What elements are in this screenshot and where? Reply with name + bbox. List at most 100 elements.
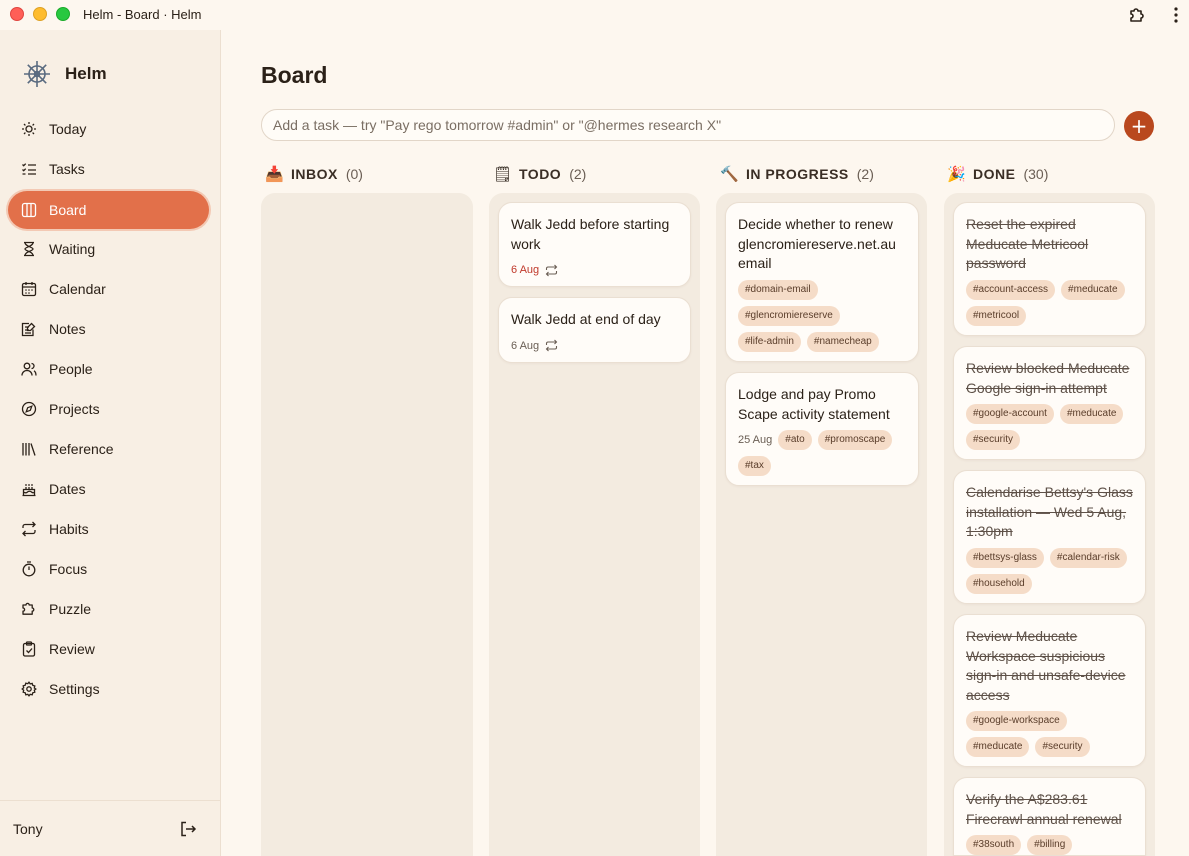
task-title: Review Meducate Workspace suspicious sig…: [966, 628, 1126, 703]
column-inbox[interactable]: [261, 193, 473, 856]
cake-icon: [22, 484, 36, 497]
sidebar-item-focus[interactable]: Focus: [8, 550, 209, 588]
task-card[interactable]: Review Meducate Workspace suspicious sig…: [953, 614, 1146, 767]
add-task-input[interactable]: [261, 109, 1115, 141]
task-card[interactable]: Walk Jedd at end of day 6 Aug: [498, 297, 691, 363]
maximize-window-button[interactable]: [56, 7, 70, 21]
sidebar-item-puzzle[interactable]: Puzzle: [8, 590, 209, 628]
tag-chip[interactable]: #security: [1035, 737, 1090, 757]
task-card[interactable]: Verify the A$283.61 Firecrawl annual ren…: [953, 777, 1146, 856]
sidebar-item-people[interactable]: People: [8, 350, 209, 388]
tag-chip[interactable]: #google-workspace: [966, 711, 1067, 731]
tag-chip[interactable]: #domain-email: [738, 279, 818, 300]
sidebar-item-label: People: [49, 361, 93, 377]
sidebar-item-label: Settings: [49, 681, 100, 697]
task-title: Calendarise Bettsy's Glass installation …: [966, 484, 1133, 539]
compass-icon: [21, 401, 37, 417]
task-title: Verify the A$283.61 Firecrawl annual ren…: [966, 791, 1122, 827]
tag-chip[interactable]: #security: [966, 430, 1021, 450]
task-card[interactable]: Calendarise Bettsy's Glass installation …: [953, 470, 1146, 604]
sidebar-item-today[interactable]: Today: [8, 110, 209, 148]
logout-icon[interactable]: [179, 820, 197, 838]
sidebar-item-label: Review: [49, 641, 95, 657]
calendar-icon: [21, 282, 37, 297]
close-window-button[interactable]: [10, 7, 24, 21]
column-count: (30): [1023, 166, 1049, 182]
sidebar-item-reference[interactable]: Reference: [8, 430, 209, 468]
sidebar-item-projects[interactable]: Projects: [8, 390, 209, 428]
brand[interactable]: Helm: [22, 58, 107, 90]
sidebar-item-dates[interactable]: Dates: [8, 470, 209, 508]
tag-chip[interactable]: #meducate: [1061, 279, 1125, 300]
tag-chip[interactable]: #namecheap: [806, 331, 879, 352]
task-card[interactable]: Reset the expired Meducate Metricool pas…: [953, 202, 1146, 336]
column-name: IN PROGRESS: [746, 166, 849, 182]
tag-chip[interactable]: #life-admin: [738, 331, 801, 352]
tag-chip[interactable]: #account-access: [966, 279, 1056, 300]
task-card[interactable]: Decide whether to renew glencromiereserv…: [725, 202, 919, 362]
tag-chip[interactable]: #38south: [966, 835, 1022, 855]
sidebar-item-review[interactable]: Review: [8, 630, 209, 668]
tag-chip[interactable]: #meducate: [1059, 404, 1124, 424]
column-header-done: 🎉 DONE (30): [947, 164, 1048, 184]
sidebar-item-label: Habits: [49, 521, 89, 537]
tag-chip[interactable]: #bettsys-glass: [966, 547, 1044, 568]
task-card[interactable]: Lodge and pay Promo Scape activity state…: [725, 372, 919, 486]
window-title: Helm - Board · Helm: [83, 7, 202, 22]
add-task-button[interactable]: +: [1124, 111, 1154, 141]
gear-icon: [21, 681, 37, 697]
helm-wheel-logo-icon: [24, 61, 50, 87]
tag-chip[interactable]: #ato: [778, 430, 812, 450]
page-title: Board: [261, 62, 328, 88]
sidebar-footer: Tony: [0, 800, 220, 856]
stopwatch-icon: [22, 561, 36, 577]
hourglass-icon: [24, 241, 34, 257]
due-date: 6 Aug: [511, 264, 540, 276]
tag-chip[interactable]: #billing: [1027, 835, 1073, 855]
more-vertical-icon[interactable]: [1166, 5, 1186, 25]
column-count: (2): [569, 166, 587, 182]
sidebar-item-notes[interactable]: Notes: [8, 310, 209, 348]
sidebar-item-label: Reference: [49, 441, 114, 457]
notes-icon: [21, 322, 36, 337]
column-name: INBOX: [291, 166, 338, 182]
sidebar-item-waiting[interactable]: Waiting: [8, 230, 209, 268]
tag-chip[interactable]: #promoscape: [817, 430, 893, 450]
tag-chip[interactable]: #meducate: [966, 737, 1030, 757]
column-todo[interactable]: [489, 193, 700, 856]
tag-chip[interactable]: #calendar-risk: [1049, 547, 1127, 568]
tag-chip[interactable]: #metricool: [966, 305, 1027, 326]
sidebar-item-label: Focus: [49, 561, 88, 577]
task-tags: #google-account #meducate #security: [966, 404, 1133, 456]
sidebar-item-label: Notes: [49, 321, 86, 337]
sidebar-item-board[interactable]: Board: [8, 191, 209, 229]
title-bar: Helm - Board · Helm: [0, 0, 1189, 30]
task-card[interactable]: Walk Jedd before starting work 6 Aug: [498, 202, 691, 287]
tag-chip[interactable]: #google-account: [966, 404, 1054, 424]
task-card[interactable]: Review blocked Meducate Google sign-in a…: [953, 346, 1146, 460]
due-date: 25 Aug: [738, 434, 773, 446]
sidebar-item-label: Board: [49, 202, 87, 218]
sidebar-item-habits[interactable]: Habits: [8, 510, 209, 548]
sidebar-item-label: Today: [49, 121, 87, 137]
extension-puzzle-icon[interactable]: [1127, 5, 1147, 25]
minimize-window-button[interactable]: [33, 7, 47, 21]
user-name: Tony: [13, 821, 43, 837]
brand-name: Helm: [65, 64, 107, 83]
task-tags: #38south #billing: [966, 835, 1133, 856]
sidebar-item-tasks[interactable]: Tasks: [8, 150, 209, 188]
tag-chip[interactable]: #household: [966, 573, 1032, 594]
people-icon: [21, 362, 37, 376]
library-icon: [22, 443, 36, 456]
tag-chip[interactable]: #tax: [738, 456, 771, 476]
sidebar-item-calendar[interactable]: Calendar: [8, 270, 209, 308]
task-title: Reset the expired Meducate Metricool pas…: [966, 216, 1089, 271]
tag-chip[interactable]: #glencromiereserve: [738, 305, 840, 326]
task-title: Review blocked Meducate Google sign-in a…: [966, 360, 1130, 396]
task-meta: 6 Aug: [511, 260, 678, 286]
sidebar-item-settings[interactable]: Settings: [8, 670, 209, 708]
sun-icon: [22, 122, 36, 136]
task-title: Walk Jedd before starting work: [511, 216, 670, 252]
sidebar-item-label: Waiting: [49, 241, 96, 257]
clipboard-check-icon: [22, 641, 36, 657]
